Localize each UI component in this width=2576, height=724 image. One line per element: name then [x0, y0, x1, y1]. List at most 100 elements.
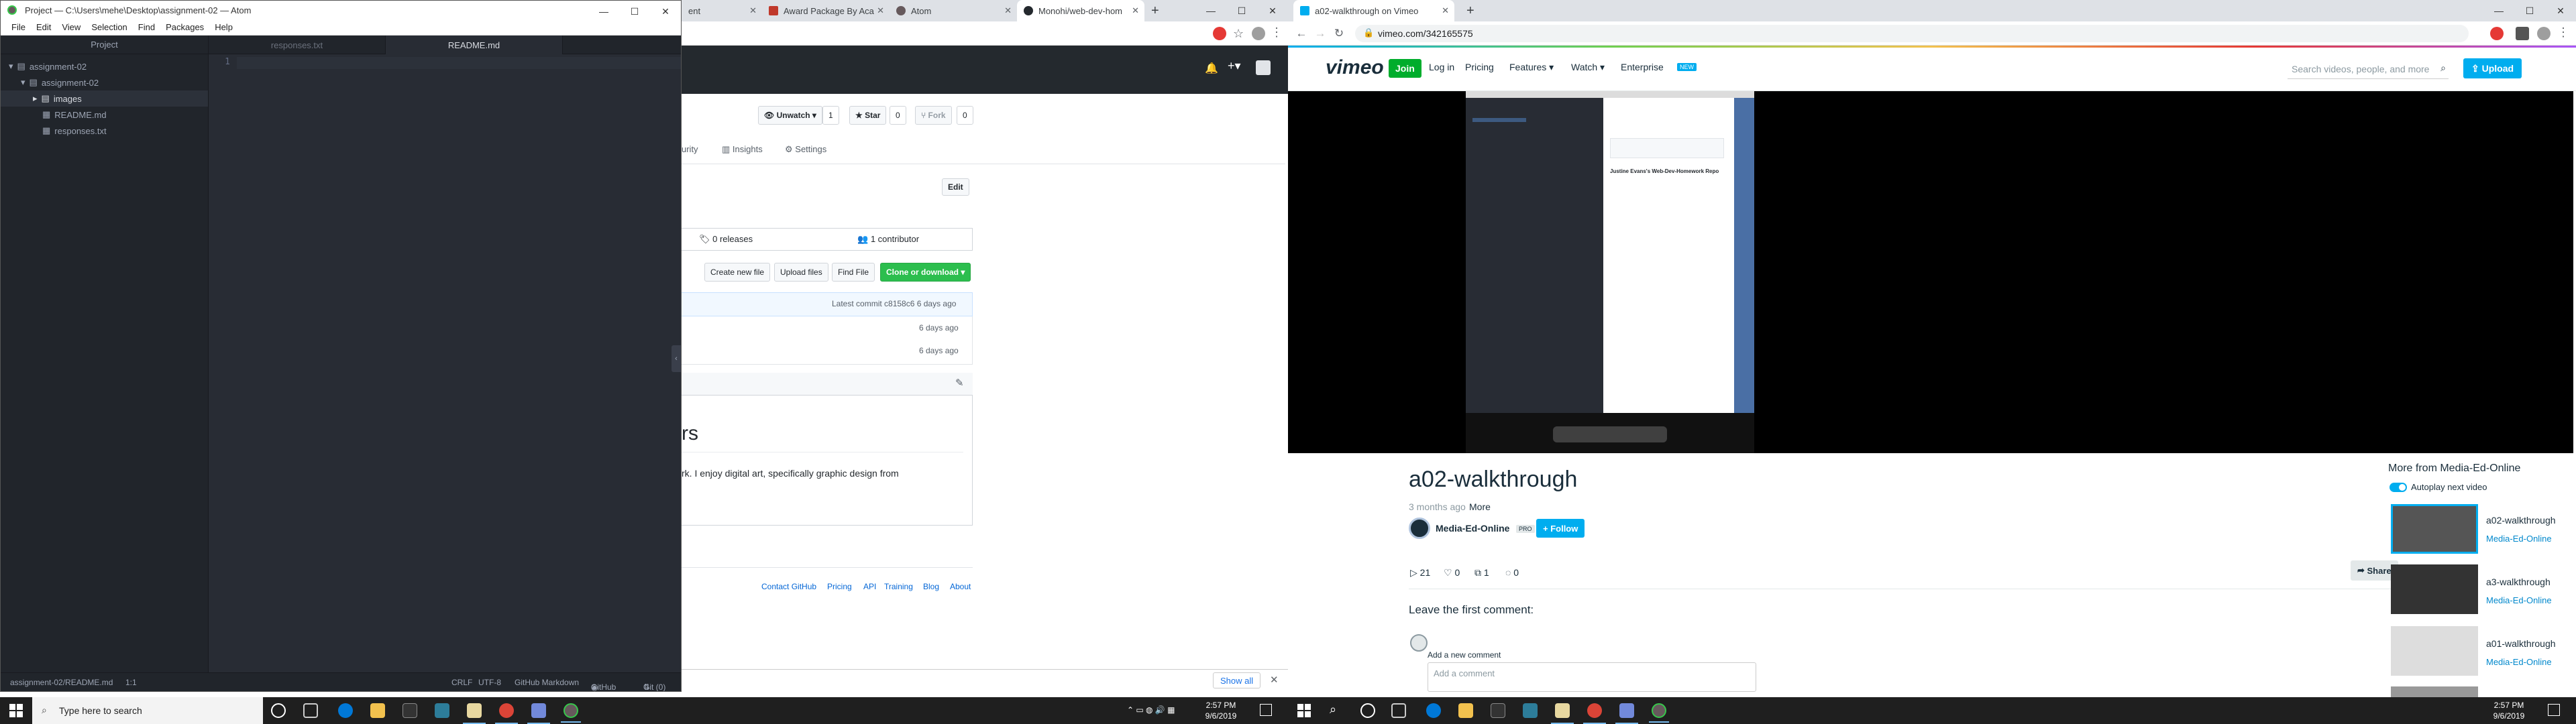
store-icon[interactable]: [1491, 703, 1505, 718]
extension-icon[interactable]: [2516, 27, 2529, 40]
extension-icon[interactable]: [1213, 27, 1226, 40]
search-icon[interactable]: ⌕: [1330, 703, 1336, 717]
edge-icon[interactable]: [1426, 703, 1441, 718]
tree-item-file[interactable]: ▦ responses.txt: [42, 123, 107, 139]
more-link[interactable]: More: [1469, 501, 1491, 512]
status-encoding[interactable]: UTF-8: [478, 678, 501, 687]
related-channel[interactable]: Media-Ed-Online: [2486, 534, 2552, 544]
system-tray-icons[interactable]: ⌃ ▭ ◍ 🔊 ▦: [1127, 705, 1175, 715]
fork-count[interactable]: 0: [957, 106, 973, 125]
notification-icon[interactable]: [1260, 704, 1272, 716]
footer-link[interactable]: Contact GitHub: [761, 582, 816, 591]
star-button[interactable]: ★ Star: [849, 106, 887, 125]
follow-button[interactable]: + Follow: [1536, 519, 1585, 538]
related-thumbnail[interactable]: [2391, 686, 2478, 697]
kebab-menu-icon[interactable]: ⋮: [1271, 25, 1283, 40]
collections-button[interactable]: ⧉ 1: [1474, 567, 1489, 579]
star-icon[interactable]: ☆: [1233, 27, 1246, 40]
task-view-icon[interactable]: [1391, 703, 1406, 718]
close-icon[interactable]: ✕: [1132, 5, 1139, 16]
close-button[interactable]: ✕: [2545, 0, 2576, 21]
minimize-button[interactable]: —: [2483, 0, 2514, 21]
minimize-button[interactable]: —: [1195, 0, 1226, 21]
edit-button[interactable]: Edit: [942, 178, 969, 196]
taskbar-clock[interactable]: 2:57 PM 9/6/2019: [2489, 700, 2529, 721]
contributors-link[interactable]: 👥 1 contributor: [857, 234, 919, 245]
taskbar-search[interactable]: ⌕ Type here to search: [32, 697, 263, 724]
notification-icon[interactable]: [2548, 704, 2560, 716]
nav-features[interactable]: Features ▾: [1509, 62, 1554, 73]
related-title[interactable]: a02-walkthrough: [2486, 515, 2556, 526]
related-title[interactable]: a3-walkthrough: [2486, 577, 2551, 587]
file-explorer-icon[interactable]: [370, 703, 385, 718]
chrome-icon[interactable]: [495, 703, 518, 724]
task-view-icon[interactable]: [303, 703, 318, 718]
related-thumbnail[interactable]: [2391, 564, 2478, 614]
tree-item-folder[interactable]: ▾ ▤ assignment-02: [21, 74, 99, 90]
star-count[interactable]: 0: [890, 106, 906, 125]
extension-icon[interactable]: [2490, 27, 2504, 40]
related-channel[interactable]: Media-Ed-Online: [2486, 657, 2552, 667]
find-file-button[interactable]: Find File: [832, 263, 875, 282]
chrome-tab[interactable]: Award Package By Aca ✕: [762, 0, 890, 21]
cortana-icon[interactable]: [1360, 703, 1375, 718]
tree-item-root[interactable]: ▾ ▤ assignment-02: [9, 58, 87, 74]
channel-avatar[interactable]: [1409, 518, 1430, 539]
footer-link[interactable]: Training: [884, 582, 913, 591]
upload-button[interactable]: ⇪ Upload: [2463, 58, 2522, 78]
kebab-menu-icon[interactable]: ⋮: [2557, 25, 2569, 40]
tree-item-images[interactable]: ▸ ▤ images: [1, 90, 208, 107]
chrome-icon[interactable]: [1583, 703, 1606, 724]
chrome-tab-active[interactable]: Monohi/web-dev-hom ✕: [1017, 0, 1144, 21]
join-button[interactable]: Join: [1389, 59, 1421, 78]
menu-help[interactable]: Help: [209, 19, 238, 35]
back-icon[interactable]: ←: [1293, 25, 1309, 42]
clone-download-button[interactable]: Clone or download ▾: [880, 263, 971, 282]
status-line-ending[interactable]: CRLF: [451, 678, 472, 687]
create-file-button[interactable]: Create new file: [704, 263, 771, 282]
avatar[interactable]: [2537, 27, 2551, 40]
close-icon[interactable]: ✕: [1004, 5, 1012, 16]
footer-link[interactable]: About: [950, 582, 971, 591]
video-player[interactable]: Justine Evans's Web-Dev-Homework Repo: [1288, 91, 2573, 453]
tab-insights[interactable]: ▥ Insights: [722, 144, 763, 155]
comment-input[interactable]: Add a comment: [1428, 662, 1756, 692]
taskbar-clock[interactable]: 2:57 PM 9/6/2019: [1201, 700, 1241, 721]
editor-tab[interactable]: responses.txt: [209, 36, 386, 54]
footer-link[interactable]: Blog: [923, 582, 939, 591]
menu-find[interactable]: Find: [133, 19, 160, 35]
close-icon[interactable]: ✕: [749, 5, 757, 16]
maximize-button[interactable]: ☐: [2514, 0, 2545, 21]
plus-icon[interactable]: +▾: [1228, 59, 1241, 73]
related-thumbnail[interactable]: [2391, 504, 2478, 554]
app-icon[interactable]: [1551, 703, 1574, 724]
close-icon[interactable]: ✕: [1270, 674, 1279, 686]
status-cursor[interactable]: 1:1: [125, 678, 137, 687]
watch-button[interactable]: 👁 Unwatch ▾: [758, 106, 822, 125]
maximize-button[interactable]: ☐: [1226, 0, 1257, 21]
watch-count[interactable]: 1: [822, 106, 839, 125]
tree-header[interactable]: Project: [1, 36, 208, 54]
menu-packages[interactable]: Packages: [160, 19, 209, 35]
close-icon[interactable]: ✕: [1442, 5, 1449, 16]
related-thumbnail[interactable]: [2391, 626, 2478, 676]
text-editor[interactable]: 1: [209, 54, 681, 672]
fork-button[interactable]: ⑂ Fork: [915, 106, 952, 125]
dock-toggle-icon[interactable]: ‹: [672, 345, 681, 372]
reload-icon[interactable]: ↻: [1331, 25, 1347, 42]
new-tab-button[interactable]: +: [1460, 0, 1480, 21]
related-title[interactable]: a01-walkthrough: [2486, 638, 2556, 649]
chrome-tab-active[interactable]: a02-walkthrough on Vimeo ✕: [1293, 0, 1454, 21]
pencil-icon[interactable]: ✎: [955, 377, 964, 389]
close-icon[interactable]: ✕: [877, 5, 884, 16]
mail-icon[interactable]: [435, 703, 449, 718]
store-icon[interactable]: [402, 703, 417, 718]
menu-view[interactable]: View: [56, 19, 86, 35]
latest-commit[interactable]: Latest commit c8158c6 6 days ago: [832, 299, 956, 308]
show-all-button[interactable]: Show all: [1213, 672, 1261, 688]
windows-start-icon[interactable]: [9, 704, 23, 717]
menu-edit[interactable]: Edit: [31, 19, 56, 35]
comments-count[interactable]: ◌ 0: [1505, 567, 1519, 578]
editor-tab-active[interactable]: README.md: [386, 36, 563, 54]
file-explorer-icon[interactable]: [1458, 703, 1473, 718]
